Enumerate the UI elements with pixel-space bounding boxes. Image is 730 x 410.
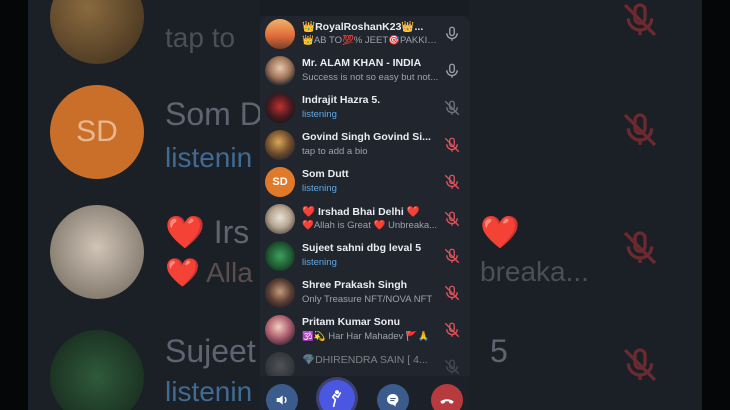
participant-bio: tap to add a bio (302, 146, 368, 157)
participant-row[interactable]: Pritam Kumar Sonu 🕉️💫 Har Har Mahadev 🚩🙏 (260, 312, 470, 349)
background-mic-muted-icon (623, 231, 657, 265)
mic-muted-icon (444, 285, 460, 301)
participant-name: Pritam Kumar Sonu (302, 316, 401, 328)
chat-bubble-icon (387, 393, 399, 407)
participant-name: 💎DHIRENDRA SAIN [ 4... (302, 354, 428, 366)
mic-muted-icon (444, 359, 460, 375)
participant-avatar (265, 93, 295, 123)
mic-muted-icon (444, 174, 460, 190)
background-mic-muted-icon (623, 348, 657, 382)
voice-chat-panel: 👑RoyalRoshanK23👑... 👑AB TO💯% JEET🎯PAKKI🏆… (260, 0, 470, 410)
mic-icon (446, 63, 458, 78)
background-edge-right (702, 0, 730, 410)
participant-name: 👑RoyalRoshanK23👑... (302, 21, 424, 33)
participant-status: listening (302, 183, 337, 194)
participant-name: Sujeet sahni dbg leval 5 (302, 242, 422, 254)
background-bio: breaka... (480, 256, 589, 287)
chat-button[interactable] (377, 384, 409, 410)
participant-avatar-initials: SD (265, 167, 295, 197)
participant-row[interactable]: ❤️ Irshad Bhai Delhi ❤️ ❤️Allah is Great… (260, 201, 470, 238)
mic-muted-icon (444, 211, 460, 227)
background-name: Som D (165, 96, 263, 132)
background-mic-muted-icon (623, 3, 657, 37)
background-name: Sujeet (165, 333, 256, 369)
participant-row[interactable]: Indrajit Hazra 5. listening (260, 90, 470, 127)
background-bio: tap to (165, 22, 236, 53)
participant-bio: 👑AB TO💯% JEET🎯PAKKI🏆... (302, 35, 442, 46)
hang-up-icon (440, 399, 454, 404)
participant-row[interactable]: Sujeet sahni dbg leval 5 listening (260, 238, 470, 275)
participant-avatar (265, 56, 295, 86)
participant-name: ❤️ Irshad Bhai Delhi ❤️ (302, 206, 420, 218)
mic-muted-icon (444, 137, 460, 153)
background-bio: ❤️ Alla (165, 257, 253, 288)
background-status: listenin (165, 142, 253, 173)
speaker-icon (276, 395, 287, 405)
participants-list[interactable]: 👑RoyalRoshanK23👑... 👑AB TO💯% JEET🎯PAKKI🏆… (260, 16, 470, 382)
participant-row[interactable]: SD Som Dutt listening (260, 164, 470, 201)
participant-name: Som Dutt (302, 168, 349, 180)
participant-name: Mr. ALAM KHAN - INDIA (302, 57, 422, 69)
background-status: listenin (165, 376, 253, 407)
panel-header (260, 0, 470, 16)
participant-status: listening (302, 109, 337, 120)
participant-avatar (265, 278, 295, 308)
participant-row[interactable]: Shree Prakash Singh Only Treasure NFT/NO… (260, 275, 470, 312)
mic-muted-icon (444, 322, 460, 338)
participant-avatar (265, 130, 295, 160)
participant-name: Indrajit Hazra 5. (302, 94, 381, 106)
participant-bio: Only Treasure NFT/NOVA NFT (302, 294, 433, 305)
participant-avatar (265, 204, 295, 234)
raise-hand-button[interactable] (319, 380, 355, 410)
participant-name: Govind Singh Govind Si... (302, 131, 431, 143)
participant-name: Shree Prakash Singh (302, 279, 408, 291)
participant-bio: Success is not so easy but not... (302, 72, 439, 83)
participant-avatar (265, 315, 295, 345)
participant-avatar (265, 241, 295, 271)
participant-bio: 🕉️💫 Har Har Mahadev 🚩🙏 (302, 331, 430, 342)
raise-hand-icon (331, 390, 342, 408)
participant-row[interactable]: Govind Singh Govind Si... tap to add a b… (260, 127, 470, 164)
background-avatar-initials: SD (50, 85, 144, 179)
background-mic-muted-icon (623, 113, 657, 147)
background-name: 5 (490, 333, 508, 369)
background-avatar (50, 205, 144, 299)
call-controls (260, 376, 470, 410)
participant-row[interactable]: 👑RoyalRoshanK23👑... 👑AB TO💯% JEET🎯PAKKI🏆… (260, 16, 470, 53)
background-name: ❤️ (480, 214, 520, 250)
mic-muted-icon (444, 100, 460, 116)
participant-bio: ❤️Allah is Great ❤️ Unbreaka... (302, 220, 438, 231)
participant-status: listening (302, 257, 337, 268)
background-edge-left (0, 0, 28, 410)
participant-row[interactable]: Mr. ALAM KHAN - INDIA Success is not so … (260, 53, 470, 90)
participant-avatar (265, 19, 295, 49)
mic-muted-icon (444, 248, 460, 264)
background-name: ❤️ Irs (165, 214, 250, 250)
speaker-button[interactable] (266, 384, 298, 410)
mic-icon (446, 26, 458, 41)
end-call-button[interactable] (431, 384, 463, 410)
